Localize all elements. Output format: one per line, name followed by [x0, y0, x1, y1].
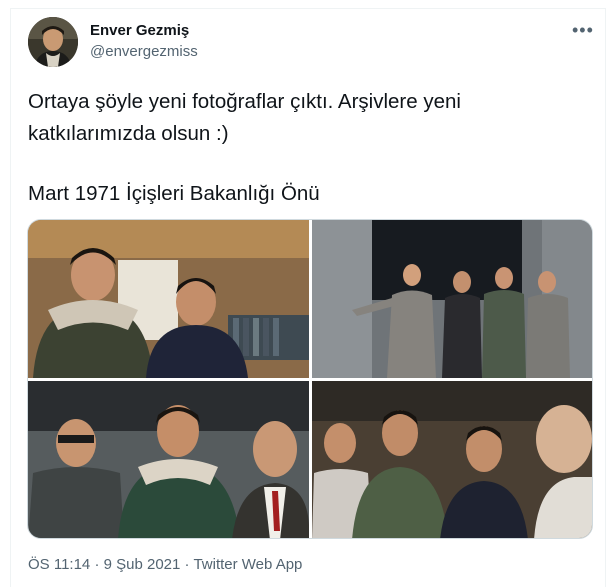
- meta-separator: ·: [94, 556, 100, 573]
- photo-4[interactable]: [312, 381, 592, 538]
- tweet-text-line-1: Ortaya şöyle yeni fotoğraflar çıktı. Arş…: [28, 90, 461, 113]
- photo-1[interactable]: [28, 220, 309, 378]
- tweet-text-line-3: Mart 1971 İçişleri Bakanlığı Önü: [28, 182, 320, 205]
- meta-separator: ·: [184, 556, 190, 573]
- photo-3[interactable]: [28, 381, 309, 538]
- media-grid: [27, 219, 593, 539]
- tweet-text-line-2: katkılarımızda olsun :): [28, 122, 229, 145]
- tweet-date[interactable]: 9 Şub 2021: [104, 556, 181, 573]
- more-horizontal-icon[interactable]: •••: [572, 21, 594, 39]
- author-name[interactable]: Enver Gezmiş: [90, 22, 189, 39]
- tweet-source[interactable]: Twitter Web App: [193, 556, 302, 573]
- avatar[interactable]: [28, 17, 78, 67]
- photo-2[interactable]: [312, 220, 592, 378]
- tweet-meta: ÖS 11:14 · 9 Şub 2021 · Twitter Web App: [28, 556, 302, 573]
- tweet-time[interactable]: ÖS 11:14: [28, 556, 90, 573]
- author-handle[interactable]: @envergezmiss: [90, 43, 198, 60]
